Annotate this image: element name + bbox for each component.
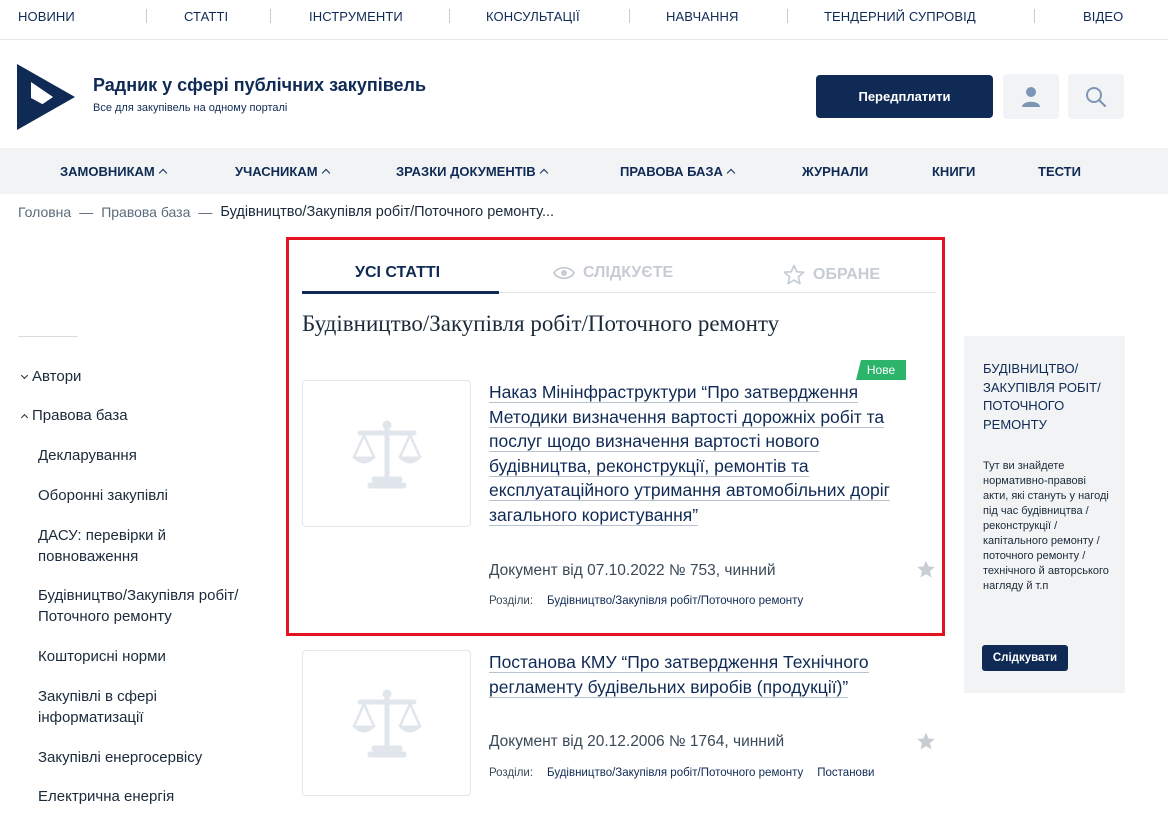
menu-customers[interactable]: ЗАМОВНИКАМ: [60, 164, 167, 179]
tab-following[interactable]: СЛІДКУЄТЕ: [553, 264, 673, 282]
menu-legal-base[interactable]: ПРАВОВА БАЗА: [620, 164, 736, 179]
section-link[interactable]: Будівництво/Закупівля робіт/Поточного ре…: [547, 595, 803, 607]
sidebar-item-electricity[interactable]: Електрична енергія: [38, 786, 278, 807]
article-meta: Документ від 20.12.2006 № 1764, чинний: [489, 733, 785, 750]
breadcrumb-legal-base[interactable]: Правова база: [101, 204, 190, 220]
article-title[interactable]: Постанова КМУ “Про затвердження Технічно…: [489, 650, 899, 699]
chevron-up-icon: [539, 168, 548, 178]
article-meta: Документ від 07.10.2022 № 753, чинний: [489, 562, 776, 579]
chevron-up-icon: [158, 168, 167, 178]
menu-tests[interactable]: ТЕСТИ: [1038, 164, 1081, 179]
menu-document-templates[interactable]: ЗРАЗКИ ДОКУМЕНТІВ: [396, 164, 548, 179]
active-tab-indicator: [302, 291, 499, 294]
search-button[interactable]: [1068, 74, 1124, 119]
divider: [270, 9, 271, 23]
article-title[interactable]: Наказ Мінінфраструктури “Про затвердженн…: [489, 380, 909, 527]
sidebar-item-dasu[interactable]: ДАСУ: перевірки й повноваження: [38, 525, 238, 567]
site-subtitle: Все для закупівель на одному порталі: [93, 102, 288, 114]
sidebar-item-construction[interactable]: Будівництво/Закупівля робіт/ Поточного р…: [38, 585, 278, 627]
scales-icon: [351, 689, 422, 758]
breadcrumb-home[interactable]: Головна: [18, 204, 71, 220]
section-link[interactable]: Будівництво/Закупівля робіт/Поточного ре…: [547, 767, 803, 779]
divider: [449, 9, 450, 23]
topic-description: Тут ви знайдете нормативно-правові акти,…: [983, 460, 1109, 592]
breadcrumb-separator: —: [79, 204, 94, 220]
subscribe-button[interactable]: Передплатити: [816, 75, 993, 118]
eye-icon: [553, 266, 575, 280]
chevron-down-icon: [20, 371, 29, 380]
breadcrumb-separator: —: [198, 204, 213, 220]
article-sections: Розділи: Будівництво/Закупівля робіт/Пот…: [489, 595, 803, 607]
chevron-up-icon: [321, 168, 330, 178]
top-navigation: НОВИНИ СТАТТІ ІНСТРУМЕНТИ КОНСУЛЬТАЦІЇ Н…: [0, 0, 1168, 40]
article-thumbnail[interactable]: [302, 380, 471, 527]
sidebar-item-legal-base[interactable]: Правова база: [20, 405, 128, 426]
menu-books[interactable]: КНИГИ: [932, 164, 975, 179]
sidebar-item-informatization[interactable]: Закупівлі в сфері інформатизації: [38, 686, 208, 728]
topnav-articles[interactable]: СТАТТІ: [184, 9, 228, 24]
tab-favorites[interactable]: ОБРАНЕ: [783, 264, 880, 285]
topnav-tools[interactable]: ІНСТРУМЕНТИ: [309, 9, 403, 24]
sidebar-item-cost-norms[interactable]: Кошторисні норми: [38, 646, 278, 667]
user-button[interactable]: [1003, 74, 1059, 119]
chevron-up-icon: [20, 413, 29, 422]
tab-all-articles[interactable]: УСІ СТАТТІ: [355, 264, 440, 282]
search-icon: [1086, 86, 1107, 107]
logo-icon[interactable]: [17, 64, 75, 130]
breadcrumb: Головна — Правова база — Будівництво/Зак…: [18, 204, 554, 220]
favorite-star-icon[interactable]: [916, 559, 936, 579]
scales-icon: [351, 420, 422, 488]
breadcrumb-current: Будівництво/Закупівля робіт/Поточного ре…: [220, 204, 555, 220]
section-link[interactable]: Постанови: [817, 767, 874, 779]
site-title[interactable]: Радник у сфері публічних закупівель: [93, 75, 426, 96]
sidebar-item-defense-procurement[interactable]: Оборонні закупівлі: [38, 485, 278, 506]
star-icon: [783, 264, 805, 285]
sidebar-divider: [18, 336, 78, 337]
new-badge: Нове: [856, 360, 906, 380]
topnav-training[interactable]: НАВЧАННЯ: [666, 9, 738, 24]
article-thumbnail[interactable]: [302, 650, 471, 796]
user-icon: [1022, 86, 1040, 107]
sidebar-item-declaration[interactable]: Декларування: [38, 445, 278, 466]
section-title: Будівництво/Закупівля робіт/Поточного ре…: [302, 311, 780, 336]
favorite-star-icon[interactable]: [916, 731, 936, 751]
menu-participants[interactable]: УЧАСНИКАМ: [235, 164, 330, 179]
menu-journals[interactable]: ЖУРНАЛИ: [802, 164, 868, 179]
topnav-video[interactable]: ВІДЕО: [1083, 9, 1123, 24]
topnav-news[interactable]: НОВИНИ: [18, 9, 75, 24]
divider: [787, 9, 788, 23]
divider: [146, 9, 147, 23]
sections-label: Розділи:: [489, 595, 534, 607]
article-sections: Розділи: Будівництво/Закупівля робіт/Пот…: [489, 767, 874, 779]
sidebar-item-energy-service[interactable]: Закупівлі енергосервісу: [38, 747, 278, 768]
topic-title: БУДІВНИЦТВО/ ЗАКУПІВЛЯ РОБІТ/ ПОТОЧНОГО …: [983, 361, 1101, 432]
sidebar-item-authors[interactable]: Автори: [20, 366, 81, 387]
sections-label: Розділи:: [489, 767, 534, 779]
divider: [629, 9, 630, 23]
topnav-consultations[interactable]: КОНСУЛЬТАЦІЇ: [486, 9, 580, 24]
divider: [1034, 9, 1035, 23]
follow-button[interactable]: Слідкувати: [982, 645, 1068, 671]
chevron-up-icon: [726, 168, 736, 178]
topnav-tender-support[interactable]: ТЕНДЕРНИЙ СУПРОВІД: [824, 9, 976, 24]
main-menu: ЗАМОВНИКАМ УЧАСНИКАМ ЗРАЗКИ ДОКУМЕНТІВ П…: [0, 148, 1168, 194]
